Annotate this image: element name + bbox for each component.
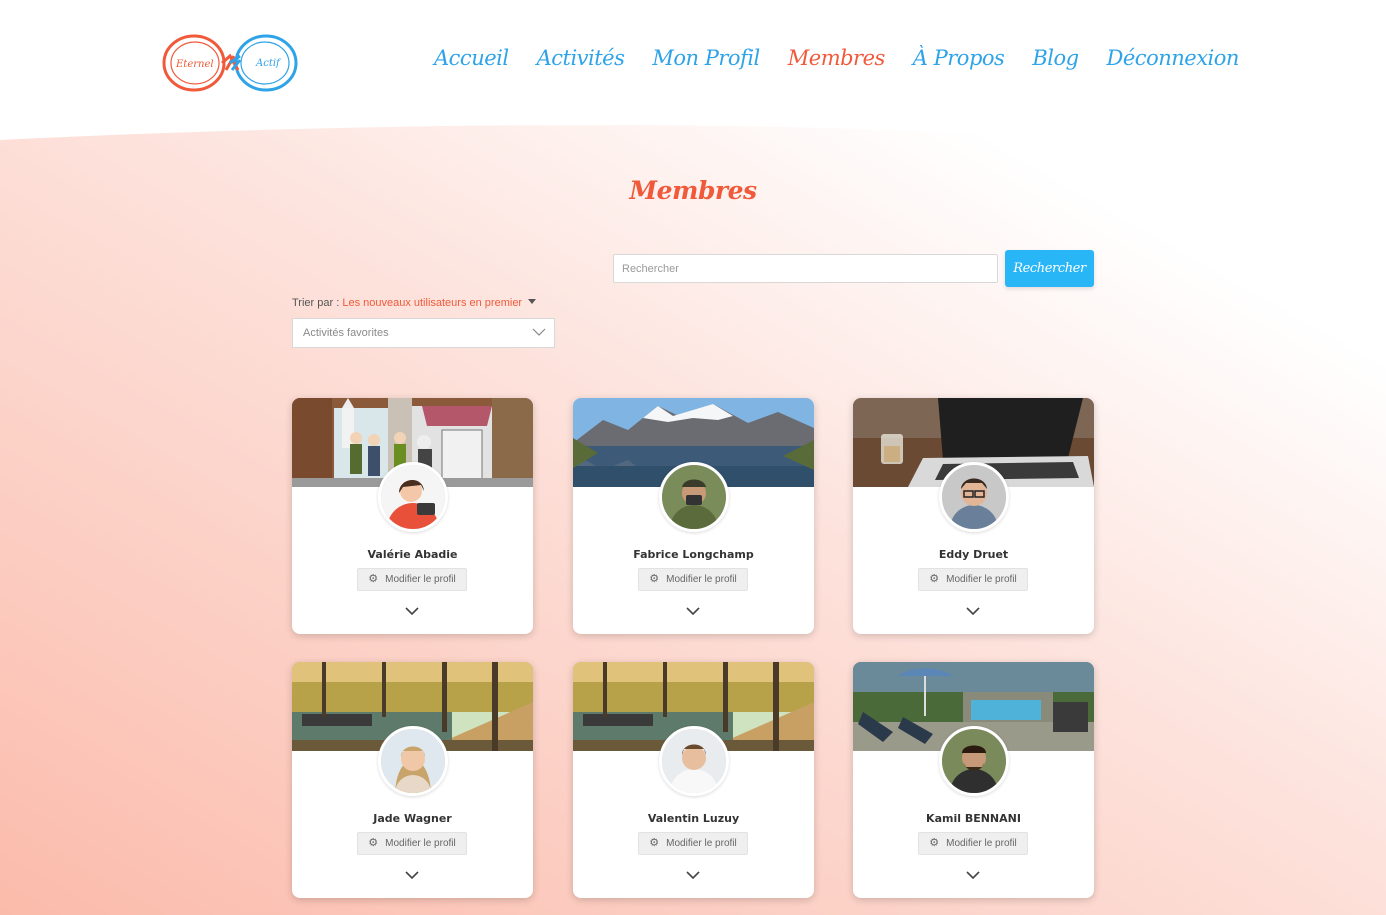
chevron-down-icon[interactable]	[685, 605, 701, 617]
sort-control: Trier par : Les nouveaux utilisateurs en…	[292, 297, 537, 309]
gear-icon: ⚙	[929, 837, 940, 849]
edit-profile-label: Modifier le profil	[666, 574, 737, 585]
member-name: Eddy Druet	[938, 548, 1009, 561]
edit-profile-label: Modifier le profil	[385, 574, 456, 585]
caret-down-icon[interactable]	[528, 299, 537, 304]
members-page: Membres Rechercher Trier par : Les nouve…	[0, 0, 1386, 915]
edit-profile-button[interactable]: ⚙ Modifier le profil	[638, 832, 748, 855]
member-name: Valérie Abadie	[367, 548, 458, 561]
gear-icon: ⚙	[368, 837, 379, 849]
chevron-down-icon[interactable]	[404, 869, 420, 881]
edit-profile-button[interactable]: ⚙ Modifier le profil	[918, 568, 1028, 591]
search-input[interactable]	[613, 254, 998, 283]
avatar[interactable]	[659, 726, 729, 796]
member-name: Jade Wagner	[373, 812, 452, 825]
edit-profile-label: Modifier le profil	[666, 838, 737, 849]
chevron-down-icon[interactable]	[404, 605, 420, 617]
chevron-down-icon[interactable]	[965, 869, 981, 881]
member-card: Fabrice Longchamp ⚙ Modifier le profil	[573, 398, 814, 634]
edit-profile-button[interactable]: ⚙ Modifier le profil	[357, 832, 467, 855]
page-title: Membres	[629, 176, 757, 205]
activity-filter-select[interactable]: Activités favorites	[292, 318, 555, 348]
search-button[interactable]: Rechercher	[1005, 250, 1094, 287]
sort-value[interactable]: Les nouveaux utilisateurs en premier	[342, 297, 522, 309]
edit-profile-label: Modifier le profil	[385, 838, 456, 849]
member-card: Eddy Druet ⚙ Modifier le profil	[853, 398, 1094, 634]
sort-label: Trier par :	[292, 297, 343, 309]
edit-profile-button[interactable]: ⚙ Modifier le profil	[638, 568, 748, 591]
member-name: Kamil BENNANI	[926, 812, 1021, 825]
avatar[interactable]	[378, 462, 448, 532]
member-card: Valentin Luzuy ⚙ Modifier le profil	[573, 662, 814, 898]
edit-profile-label: Modifier le profil	[946, 838, 1017, 849]
avatar[interactable]	[659, 462, 729, 532]
chevron-down-icon	[532, 328, 546, 336]
avatar[interactable]	[939, 462, 1009, 532]
avatar[interactable]	[378, 726, 448, 796]
edit-profile-button[interactable]: ⚙ Modifier le profil	[357, 568, 467, 591]
member-card: Valérie Abadie ⚙ Modifier le profil	[292, 398, 533, 634]
member-name: Fabrice Longchamp	[633, 548, 754, 561]
chevron-down-icon[interactable]	[965, 605, 981, 617]
chevron-down-icon[interactable]	[685, 869, 701, 881]
edit-profile-label: Modifier le profil	[946, 574, 1017, 585]
edit-profile-button[interactable]: ⚙ Modifier le profil	[918, 832, 1028, 855]
gear-icon: ⚙	[649, 573, 660, 585]
activity-filter-placeholder: Activités favorites	[303, 327, 389, 339]
avatar[interactable]	[939, 726, 1009, 796]
gear-icon: ⚙	[929, 573, 940, 585]
member-name: Valentin Luzuy	[647, 812, 740, 825]
member-card: Jade Wagner ⚙ Modifier le profil	[292, 662, 533, 898]
member-card: Kamil BENNANI ⚙ Modifier le profil	[853, 662, 1094, 898]
gear-icon: ⚙	[649, 837, 660, 849]
gear-icon: ⚙	[368, 573, 379, 585]
